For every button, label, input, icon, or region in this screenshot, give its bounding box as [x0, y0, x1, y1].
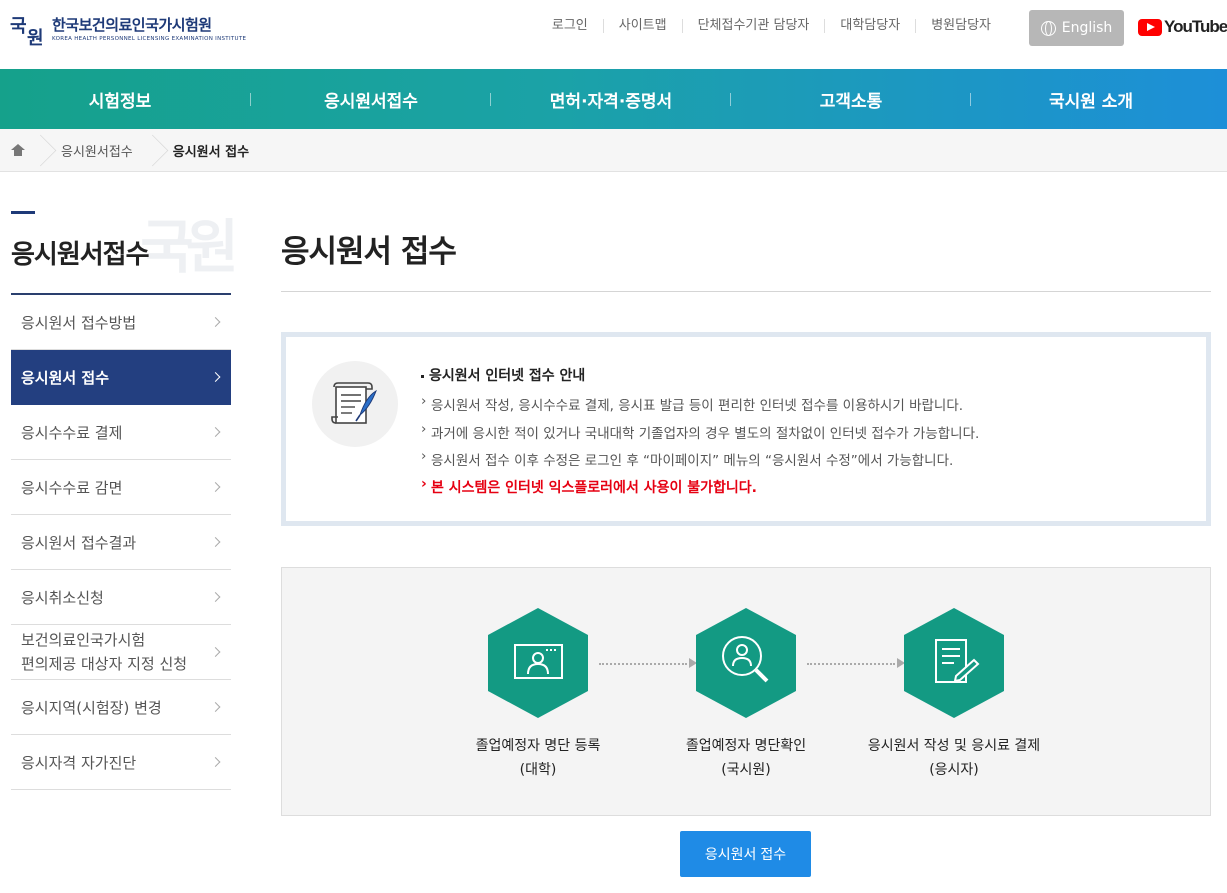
nav-exam-info[interactable]: 시험정보 — [0, 69, 251, 129]
step-apply-pay: 응시원서 작성 및 응시료 결제 (응시자) — [854, 608, 1054, 782]
site-header: 국 원 한국보건의료인국가시험원 KOREA HEALTH PERSONNEL … — [0, 0, 1227, 69]
logo-mark: 국 원 — [10, 10, 46, 49]
step-label-line1: 응시원서 작성 및 응시료 결제 — [867, 738, 1041, 754]
chevron-right-icon — [210, 372, 221, 382]
sidebar-item-self-check[interactable]: 응시자격 자가진단 — [11, 735, 231, 790]
chevron-right-icon — [210, 482, 221, 492]
sitemap-link[interactable]: 사이트맵 — [602, 19, 682, 33]
sidebar-item-accommodation[interactable]: 보건의료인국가시험 편의제공 대상자 지정 신청 — [11, 625, 231, 680]
title-divider — [281, 291, 1211, 292]
chevron-right-icon — [210, 317, 221, 327]
main-navigation: 시험정보 응시원서접수 면허·자격·증명서 고객소통 국시원 소개 — [0, 69, 1227, 129]
sidebar-item-label: 응시수수료 결제 — [21, 423, 123, 442]
youtube-play-icon — [1138, 18, 1162, 36]
login-link[interactable]: 로그인 — [537, 19, 603, 33]
step-label-line2: (대학) — [519, 762, 557, 778]
globe-icon — [1040, 20, 1056, 36]
chevron-right-icon — [210, 702, 221, 712]
sidebar-item-label-line1: 보건의료인국가시험 — [21, 631, 146, 649]
step-confirm: 졸업예정자 명단확인 (국시원) — [646, 608, 846, 782]
step-label: 응시원서 작성 및 응시료 결제 (응시자) — [854, 734, 1054, 782]
utility-links: 로그인 사이트맵 단체접수기관 담당자 대학담당자 병원담당자 — [537, 19, 1006, 33]
magnifier-person-icon — [696, 608, 796, 718]
sidebar-item-label: 응시원서 접수방법 — [21, 313, 137, 332]
breadcrumb-current[interactable]: 응시원서 접수 — [161, 141, 263, 160]
sidebar-item-label: 응시원서 접수결과 — [21, 533, 137, 552]
document-pen-icon — [904, 608, 1004, 718]
nav-application[interactable]: 응시원서접수 — [251, 69, 491, 129]
sidebar-item-fee-reduction[interactable]: 응시수수료 감면 — [11, 460, 231, 515]
chevron-right-icon — [210, 757, 221, 767]
sidebar-item-payment[interactable]: 응시수수료 결제 — [11, 405, 231, 460]
breadcrumb-separator — [147, 129, 161, 172]
sidebar-item-method[interactable]: 응시원서 접수방법 — [11, 295, 231, 350]
notice-heading: 응시원서 인터넷 접수 안내 — [421, 365, 979, 385]
sidebar-item-label: 응시지역(시험장) 변경 — [21, 698, 162, 717]
step-label-line2: (국시원) — [721, 762, 771, 778]
step-label: 졸업예정자 명단 등록 (대학) — [438, 734, 638, 782]
sidebar-item-apply[interactable]: 응시원서 접수 — [11, 350, 231, 405]
youtube-link[interactable]: YouTube — [1138, 17, 1227, 37]
english-button[interactable]: English — [1029, 10, 1124, 46]
hospital-manager-link[interactable]: 병원담당자 — [915, 19, 1006, 33]
chevron-right-icon — [210, 427, 221, 437]
notice-heading-text: 응시원서 인터넷 접수 안내 — [429, 368, 586, 384]
scroll-quill-icon — [312, 361, 398, 447]
nav-customer[interactable]: 고객소통 — [731, 69, 971, 129]
youtube-label: YouTube — [1164, 17, 1227, 36]
nav-license[interactable]: 면허·자격·증명서 — [491, 69, 731, 129]
step-register: 졸업예정자 명단 등록 (대학) — [438, 608, 638, 782]
chevron-right-icon — [210, 592, 221, 602]
logo-mark-top: 국 — [10, 16, 27, 37]
notice-line: 응시원서 작성, 응시수수료 결제, 응시표 발급 등이 편리한 인터넷 접수를… — [421, 393, 979, 422]
bullet-icon — [421, 374, 424, 378]
sidebar-header: 국원 응시원서접수 — [11, 213, 239, 295]
sidebar-watermark: 국원 — [140, 213, 239, 281]
notice-content: 응시원서 인터넷 접수 안내 응시원서 작성, 응시수수료 결제, 응시표 발급… — [421, 365, 979, 504]
english-label: English — [1061, 20, 1113, 36]
step-label-line1: 졸업예정자 명단 등록 — [475, 738, 601, 754]
logo-korean-name: 한국보건의료인국가시험원 — [52, 16, 212, 34]
notice-line: 응시원서 접수 이후 수정은 로그인 후 “마이페이지” 메뉴의 “응시원서 수… — [421, 448, 979, 477]
sidebar-item-label: 응시원서 접수 — [21, 368, 110, 387]
step-label-line1: 졸업예정자 명단확인 — [685, 738, 807, 754]
group-manager-link[interactable]: 단체접수기관 담당자 — [681, 19, 825, 33]
sidebar-item-result[interactable]: 응시원서 접수결과 — [11, 515, 231, 570]
chevron-right-icon — [210, 537, 221, 547]
sidebar-item-label: 응시자격 자가진단 — [21, 753, 137, 772]
apply-button[interactable]: 응시원서 접수 — [680, 831, 811, 877]
sidebar-item-label-line2: 편의제공 대상자 지정 신청 — [21, 655, 188, 673]
logo-mark-bottom: 원 — [27, 28, 44, 49]
logo-text: 한국보건의료인국가시험원 KOREA HEALTH PERSONNEL LICE… — [52, 14, 246, 42]
sidebar-item-region-change[interactable]: 응시지역(시험장) 변경 — [11, 680, 231, 735]
chevron-right-icon — [210, 647, 221, 657]
monitor-person-icon — [488, 608, 588, 718]
step-label: 졸업예정자 명단확인 (국시원) — [646, 734, 846, 782]
logo-english-name: KOREA HEALTH PERSONNEL LICENSING EXAMINA… — [52, 36, 247, 42]
process-steps: 졸업예정자 명단 등록 (대학) 졸업예정자 명단확인 (국시원) 응시원서 작… — [281, 567, 1211, 816]
breadcrumb-application[interactable]: 응시원서접수 — [49, 141, 147, 160]
sidebar-item-label: 응시취소신청 — [21, 588, 104, 607]
university-manager-link[interactable]: 대학담당자 — [824, 19, 915, 33]
breadcrumb-separator — [35, 129, 49, 172]
breadcrumb: 응시원서접수 응시원서 접수 — [0, 129, 1227, 172]
sidebar-item-cancel[interactable]: 응시취소신청 — [11, 570, 231, 625]
notice-line: 과거에 응시한 적이 있거나 국내대학 기졸업자의 경우 별도의 절차없이 인터… — [421, 421, 979, 450]
sidebar-title: 응시원서접수 — [11, 240, 150, 270]
notice-warning: 본 시스템은 인터넷 익스플로러에서 사용이 불가합니다. — [421, 476, 979, 505]
notice-box: 응시원서 인터넷 접수 안내 응시원서 작성, 응시수수료 결제, 응시표 발급… — [281, 332, 1211, 526]
nav-about[interactable]: 국시원 소개 — [971, 69, 1211, 129]
step-label-line2: (응시자) — [929, 762, 979, 778]
sidebar: 국원 응시원서접수 응시원서 접수방법 응시원서 접수 응시수수료 결제 응시수… — [11, 211, 239, 790]
home-icon — [10, 144, 25, 156]
sidebar-item-label: 보건의료인국가시험 편의제공 대상자 지정 신청 — [21, 628, 187, 676]
page-title: 응시원서 접수 — [281, 234, 457, 270]
sidebar-item-label: 응시수수료 감면 — [21, 478, 123, 497]
site-logo[interactable]: 국 원 한국보건의료인국가시험원 KOREA HEALTH PERSONNEL … — [10, 10, 246, 49]
